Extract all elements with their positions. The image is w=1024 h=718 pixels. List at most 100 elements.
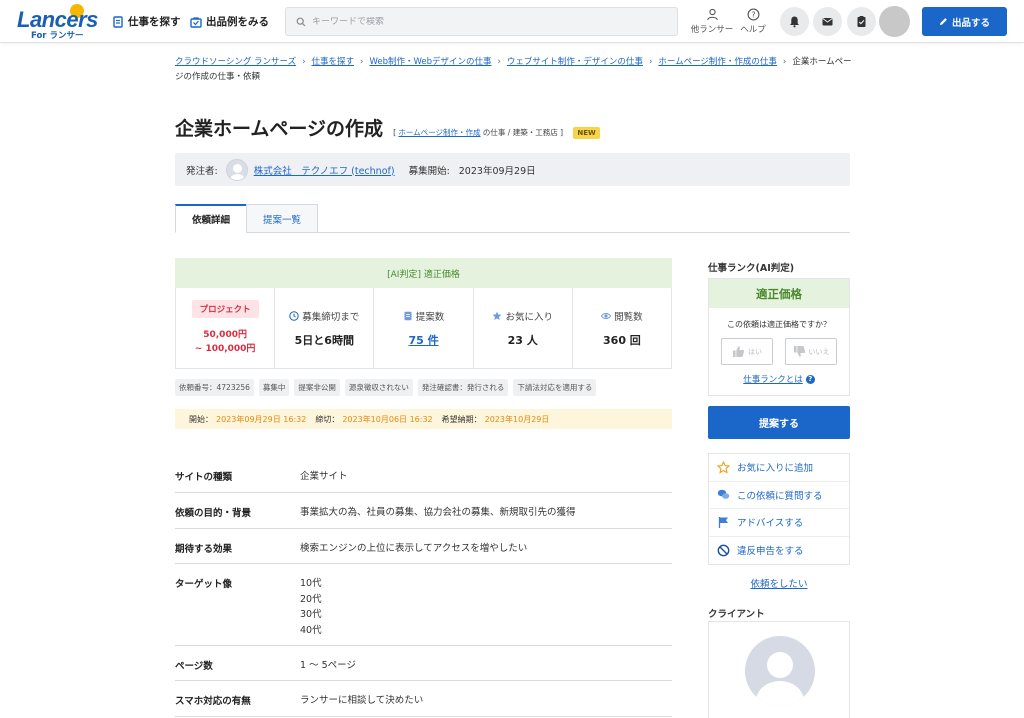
tag-status: 募集中: [258, 379, 290, 396]
mail-icon: [822, 18, 833, 26]
favorites-label-wrap: お気に入り: [492, 309, 553, 323]
search-input[interactable]: [312, 16, 652, 27]
report-label: 違反申告をする: [737, 546, 804, 558]
advise-label: アドバイスする: [737, 518, 804, 530]
date-start-value: 2023年09月29日 16:32: [216, 414, 307, 424]
deadline-label-wrap: 募集締切まで: [289, 309, 359, 323]
question-icon: ?: [747, 8, 759, 21]
propose-button[interactable]: 提案する: [708, 406, 850, 439]
breadcrumb-link[interactable]: クラウドソーシング ランサーズ: [175, 57, 296, 67]
detail-value: ランサーに相談して決めたい: [300, 695, 424, 706]
ai-judgement-banner: [AI判定] 適正価格: [175, 258, 672, 288]
breadcrumb-separator: ›: [360, 57, 364, 67]
breadcrumb-link[interactable]: Web制作・Webデザインの仕事: [369, 57, 491, 67]
date-end-label: 締切：: [315, 414, 340, 424]
client-box: [708, 621, 850, 718]
breadcrumb-link[interactable]: ウェブサイト制作・デザインの仕事: [507, 57, 643, 67]
other-lancers-button[interactable]: 他ランサー: [690, 8, 734, 35]
proposals-label: 提案数: [415, 311, 445, 323]
detail-label: ターゲット像: [175, 579, 233, 590]
site-header: Lancers For ランサー 仕事を探す 出品例をみる 他ランサー ? ヘル…: [0, 0, 1024, 43]
breadcrumb: クラウドソーシング ランサーズ › 仕事を探す › Web制作・Webデザインの仕事 › ウ…: [175, 55, 855, 85]
breadcrumb-link[interactable]: ホームページ制作・作成の仕事: [658, 57, 777, 67]
search-icon: [296, 17, 306, 26]
owner-label: 発注者:: [186, 165, 218, 177]
user-avatar[interactable]: [879, 6, 910, 37]
rank-info-link[interactable]: 仕事ランクとは: [743, 373, 803, 385]
detail-tabs: 依頼詳細 提案一覧: [175, 204, 850, 233]
nav-examples-label: 出品例をみる: [206, 16, 269, 28]
detail-value: 企業サイト: [300, 471, 348, 482]
stat-proposals: 提案数 75 件: [374, 288, 474, 368]
thumbs-down-icon: [793, 346, 805, 357]
views-value: 360 回: [603, 333, 641, 347]
shop-bag-icon: [190, 16, 202, 28]
svg-text:?: ?: [751, 10, 755, 19]
tag-withholding: 源泉徴収されない: [344, 379, 413, 396]
owner-name-link[interactable]: 株式会社 テクノエフ (technof): [254, 163, 395, 177]
prohibited-icon: [717, 544, 730, 557]
clipboard-check-icon: [857, 16, 866, 27]
breadcrumb-link[interactable]: 仕事を探す: [312, 57, 355, 67]
date-delivery-value: 2023年10月29日: [484, 414, 550, 424]
job-detail-table: サイトの種類 企業サイト 依頼の目的・背景 事業拡大の為、社員の募集、協力会社の…: [175, 457, 672, 717]
vote-no-button[interactable]: いいえ: [785, 338, 837, 365]
stat-deadline: 募集締切まで 5日と6時間: [275, 288, 375, 368]
job-tags: 依頼番号：4723256 募集中 提案非公開 源泉徴収されない 発注確認書：発行…: [175, 379, 597, 396]
price-min: 50,000円: [203, 330, 247, 340]
vote-yes-label: はい: [748, 347, 762, 356]
lancers-logo[interactable]: Lancers For ランサー: [17, 4, 98, 41]
client-avatar[interactable]: [745, 636, 815, 706]
help-button[interactable]: ? ヘルプ: [731, 8, 775, 35]
stat-price: プロジェクト 50,000円 ~ 100,000円: [176, 288, 276, 368]
date-start-label: 開始：: [189, 414, 213, 424]
rank-info-link-wrap: 仕事ランクとは ?: [709, 373, 849, 385]
tag-private: 提案非公開: [294, 379, 340, 396]
vote-yes-button[interactable]: はい: [721, 338, 773, 365]
breadcrumb-separator: ›: [648, 57, 653, 67]
tab-proposals[interactable]: 提案一覧: [246, 204, 318, 233]
meta-bracket-open: [: [393, 128, 396, 137]
detail-row: ページ数 1 ～ 5ページ: [175, 646, 672, 681]
start-label: 募集開始:: [408, 165, 450, 177]
start-date: 2023年09月29日: [458, 165, 536, 177]
message-button[interactable]: [813, 7, 842, 36]
proposals-count-link[interactable]: 75 件: [408, 332, 438, 348]
owner-avatar[interactable]: [225, 158, 248, 181]
notification-button[interactable]: [780, 7, 809, 36]
page-title: 企業ホームページの作成: [175, 118, 384, 140]
other-lancers-label: 他ランサー: [690, 25, 734, 35]
client-title: クライアント: [708, 609, 765, 620]
tab-detail[interactable]: 依頼詳細: [175, 204, 247, 233]
add-favorite-button[interactable]: お気に入りに追加: [709, 454, 849, 482]
clock-icon: [289, 310, 299, 321]
tasks-button[interactable]: [847, 7, 876, 36]
detail-value: 事業拡大の為、社員の募集、協力会社の募集、新規取引先の獲得: [300, 507, 576, 518]
detail-label: スマホ対応の有無: [175, 696, 251, 707]
breadcrumb-separator: ›: [782, 57, 787, 67]
report-button[interactable]: 違反申告をする: [709, 537, 849, 565]
detail-label: サイトの種類: [175, 472, 233, 483]
meta-bracket-close: ]: [560, 128, 564, 137]
ask-question-button[interactable]: この依頼に質問する: [709, 482, 849, 509]
post-listing-button[interactable]: 出品する: [922, 7, 1007, 36]
job-dates: 開始： 2023年09月29日 16:32 締切： 2023年10月06日 16:3…: [175, 409, 672, 429]
deadline-label: 募集締切まで: [302, 311, 360, 323]
advise-button[interactable]: アドバイスする: [709, 509, 849, 537]
favorites-label: お気に入り: [505, 311, 553, 323]
request-link[interactable]: 依頼をしたい: [750, 579, 807, 590]
category-link[interactable]: ホームページ制作・作成: [398, 128, 480, 137]
star-icon: [493, 311, 502, 320]
post-listing-label: 出品する: [951, 17, 990, 29]
eye-icon: [601, 312, 612, 319]
detail-value: 1 ～ 5ページ: [300, 660, 356, 671]
meta-rest: の仕事 / 建築・工務店: [482, 128, 558, 137]
nav-examples[interactable]: 出品例をみる: [190, 14, 269, 29]
date-end-value: 2023年10月06日 16:32: [342, 414, 433, 424]
nav-find-job[interactable]: 仕事を探す: [112, 14, 181, 29]
tag-subcontract-law: 下請法対応を適用する: [513, 379, 597, 396]
person-icon: [706, 8, 718, 21]
project-badge: プロジェクト: [191, 300, 259, 318]
rank-value: 適正価格: [709, 279, 849, 308]
help-label: ヘルプ: [740, 25, 766, 35]
